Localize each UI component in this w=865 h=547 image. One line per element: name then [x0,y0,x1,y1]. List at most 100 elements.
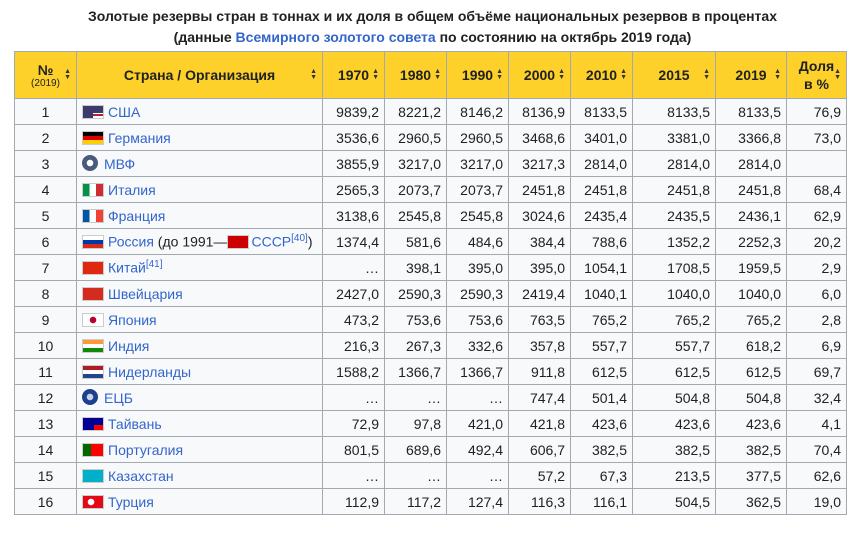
world-gold-council-link[interactable]: Всемирного золотого совета [236,29,436,45]
value-cell: 117,2 [384,488,447,515]
country-link[interactable]: Тайвань [108,416,162,432]
country-cell: Швейцария [76,280,323,307]
country-link[interactable]: Швейцария [108,286,183,302]
table-row: 9 Япония 473,2 753,6 753,6 763,5 765,2 765,2 765… [14,306,847,333]
country-cell: Китай[41] [76,254,323,281]
header-country[interactable]: Страна / Организация ▲ ▼ [76,51,323,99]
value-cell: 357,8 [508,332,571,359]
header-1970[interactable]: 1970 ▲ ▼ [322,51,385,99]
country-link[interactable]: МВФ [104,156,135,172]
value-cell: 765,2 [715,306,787,333]
header-2019[interactable]: 2019 ▲ ▼ [715,51,787,99]
value-cell: 612,5 [632,358,716,385]
value-cell: 332,6 [446,332,509,359]
value-cell: 8133,5 [632,98,716,125]
sort-icon: ▲ ▼ [496,68,503,81]
value-cell: 421,8 [508,410,571,437]
country-link[interactable]: Франция [108,208,165,224]
country-link[interactable]: Италия [108,182,156,198]
rank-cell: 15 [14,462,77,489]
rank-cell: 12 [14,384,77,411]
value-cell: 1708,5 [632,254,716,281]
value-cell: 2451,8 [715,176,787,203]
header-2015[interactable]: 2015 ▲ ▼ [632,51,716,99]
imf-flag-icon [82,155,98,171]
country-link[interactable]: Турция [108,494,154,510]
value-cell: 6,9 [786,332,847,359]
value-cell: … [446,462,509,489]
header-2010[interactable]: 2010 ▲ ▼ [570,51,633,99]
country-cell: США [76,98,323,125]
value-cell: 382,5 [632,436,716,463]
value-cell: 2073,7 [446,176,509,203]
rank-cell: 16 [14,488,77,515]
country-link[interactable]: Казахстан [108,468,174,484]
table-row: 14 Португалия 801,5 689,6 492,4 606,7 382,5 382… [14,436,847,463]
country-link[interactable]: Россия [108,234,154,250]
rank-cell: 4 [14,176,77,203]
table-row: 12 ЕЦБ……… 747,4 501,4 504,8 504,8 32,4 [14,384,847,411]
table-row: 7 Китай[41]… 398,1 395,0 395,0 1054,1 1708,5 19… [14,254,847,281]
table-row: 8 Швейцария 2427,0 2590,3 2590,3 2419,4 1040,1… [14,280,847,307]
value-cell: 1040,1 [570,280,633,307]
gold-reserves-table: № (2019) ▲ ▼ Страна / Организация ▲ ▼ 1970 ▲ ▼ … [14,51,847,515]
value-cell: 3401,0 [570,124,633,151]
rank-cell: 10 [14,332,77,359]
value-cell: 557,7 [632,332,716,359]
value-cell: 127,4 [446,488,509,515]
country-link[interactable]: Индия [108,338,149,354]
value-cell: … [384,384,447,411]
value-cell: 4,1 [786,410,847,437]
country-link[interactable]: Япония [108,312,157,328]
value-cell: 3536,6 [322,124,385,151]
header-2000[interactable]: 2000 ▲ ▼ [508,51,571,99]
country-link[interactable]: США [108,104,140,120]
rank-cell: 1 [14,98,77,125]
reference-link[interactable]: [40] [291,233,308,244]
rank-cell: 11 [14,358,77,385]
japan-flag-icon [82,312,104,327]
rank-cell: 7 [14,254,77,281]
rank-cell: 9 [14,306,77,333]
value-cell: 395,0 [508,254,571,281]
header-1980[interactable]: 1980 ▲ ▼ [384,51,447,99]
header-1990[interactable]: 1990 ▲ ▼ [446,51,509,99]
table-row: 10 Индия 216,3 267,3 332,6 357,8 557,7 557,7 618… [14,332,847,359]
country-link[interactable]: Португалия [108,442,183,458]
value-cell: 9839,2 [322,98,385,125]
russia-flag-icon [82,234,104,249]
value-cell: 753,6 [446,306,509,333]
value-cell: 2814,0 [715,150,787,177]
country-cell: Португалия [76,436,323,463]
value-cell: 2252,3 [715,228,787,255]
value-cell: 3024,6 [508,202,571,229]
value-cell: 2427,0 [322,280,385,307]
reference-link[interactable]: [41] [146,259,163,270]
value-cell: 362,5 [715,488,787,515]
value-cell: 2419,4 [508,280,571,307]
ussr-link[interactable]: СССР [251,234,291,250]
value-cell: 473,2 [322,306,385,333]
header-rank[interactable]: № (2019) ▲ ▼ [14,51,77,99]
country-link[interactable]: Германия [108,130,171,146]
table-row: 3 МВФ 3855,9 3217,0 3217,0 3217,3 2814,0 2814,0… [14,150,847,177]
value-cell: 116,3 [508,488,571,515]
value-cell: 1959,5 [715,254,787,281]
header-2019-label: 2019 [735,67,767,83]
value-cell: 19,0 [786,488,847,515]
header-share[interactable]: Доля в % ▲ ▼ [786,51,847,99]
country-link[interactable]: Китай [108,260,146,276]
table-row: 5 Франция 3138,6 2545,8 2545,8 3024,6 2435,4 24… [14,202,847,229]
value-cell: 2435,4 [570,202,633,229]
header-2010-label: 2010 [585,67,618,83]
value-cell: 73,0 [786,124,847,151]
header-1990-label: 1990 [461,67,494,83]
country-link[interactable]: ЕЦБ [104,390,133,406]
country-link[interactable]: Нидерланды [108,364,191,380]
value-cell: 267,3 [384,332,447,359]
value-cell: 69,7 [786,358,847,385]
value-cell: 581,6 [384,228,447,255]
value-cell: 423,6 [632,410,716,437]
value-cell: 504,8 [715,384,787,411]
sort-icon: ▲ ▼ [310,68,317,81]
